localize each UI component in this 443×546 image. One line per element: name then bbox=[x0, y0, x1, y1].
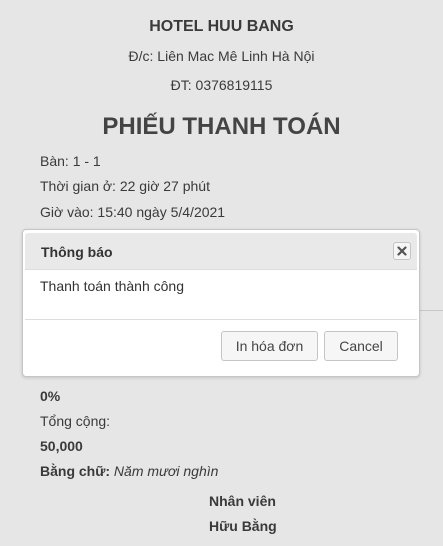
signature-role: Nhân viên bbox=[209, 493, 276, 509]
cancel-button[interactable]: Cancel bbox=[324, 331, 398, 361]
amount-in-words-value: Năm mươi nghìn bbox=[113, 463, 219, 479]
receipt-title: PHIẾU THANH TOÁN bbox=[102, 113, 341, 140]
hotel-phone: ĐT: 0376819115 bbox=[170, 77, 273, 93]
dialog-title: Thông báo bbox=[41, 244, 113, 260]
stay-duration: Thời gian ở: 22 giờ 27 phút bbox=[40, 178, 210, 194]
dialog-close-button[interactable] bbox=[393, 242, 411, 260]
notification-dialog: Thông báo Thanh toán thành công In hóa đ… bbox=[22, 229, 420, 377]
hotel-address: Đ/c: Liên Mac Mê Linh Hà Nội bbox=[128, 48, 315, 64]
print-invoice-button[interactable]: In hóa đơn bbox=[221, 331, 318, 361]
hotel-name: HOTEL HUU BANG bbox=[149, 18, 294, 35]
checkin-time: Giờ vào: 15:40 ngày 5/4/2021 bbox=[40, 204, 226, 220]
divider bbox=[420, 310, 443, 311]
discount-value: 0% bbox=[40, 388, 61, 404]
dialog-separator bbox=[25, 319, 417, 320]
signature-name: Hữu Bằng bbox=[209, 518, 277, 534]
close-icon bbox=[397, 246, 407, 256]
amount-in-words: Bằng chữ: Năm mươi nghìn bbox=[40, 463, 218, 479]
dialog-message: Thanh toán thành công bbox=[40, 278, 185, 294]
dialog-header: Thông báo bbox=[25, 233, 417, 270]
table-number: Bàn: 1 - 1 bbox=[40, 153, 101, 169]
amount-in-words-label: Bằng chữ: bbox=[40, 463, 111, 479]
total-label: Tổng cộng: bbox=[40, 413, 111, 429]
total-amount: 50,000 bbox=[40, 438, 83, 454]
